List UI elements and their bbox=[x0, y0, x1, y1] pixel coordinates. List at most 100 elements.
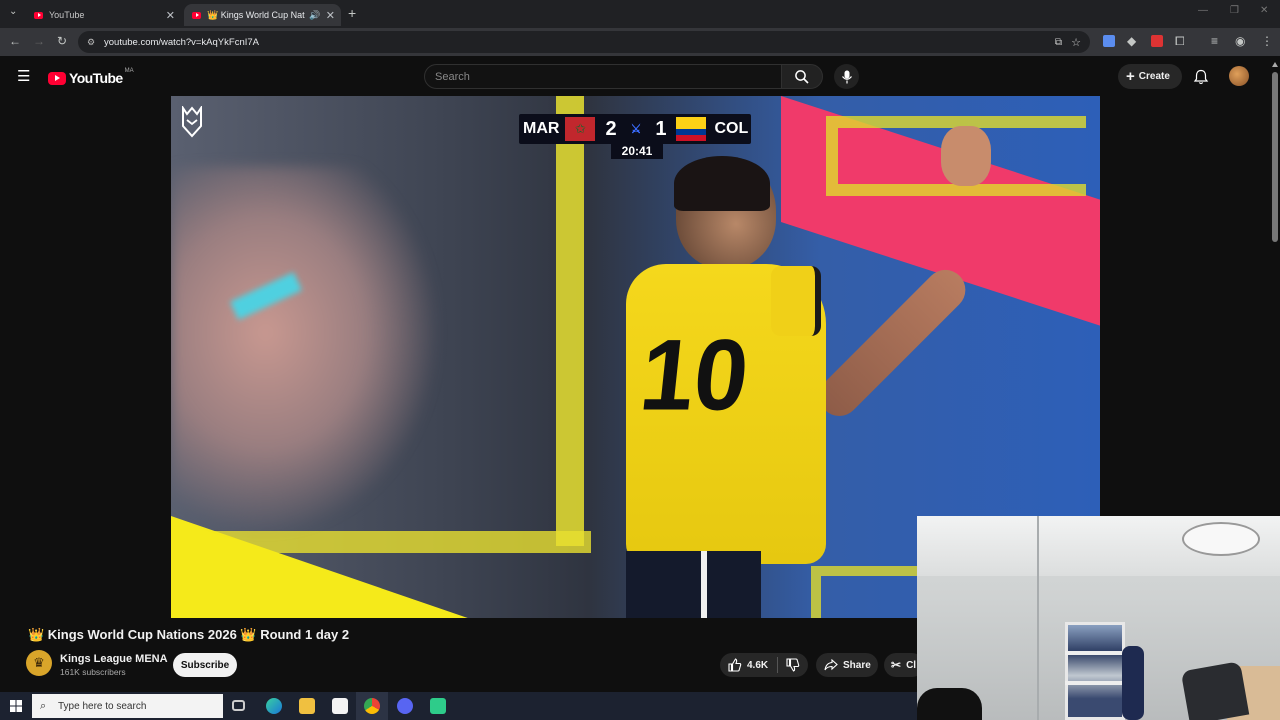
user-avatar[interactable] bbox=[1229, 66, 1249, 86]
media-control-icon[interactable]: ≡ bbox=[1211, 34, 1218, 48]
profile-icon[interactable]: ◉ bbox=[1235, 34, 1245, 48]
minimize-icon[interactable]: — bbox=[1198, 5, 1208, 16]
page-scrollbar[interactable] bbox=[1270, 60, 1280, 520]
player-arm-shape bbox=[811, 261, 974, 425]
jersey-number: 10 bbox=[635, 319, 754, 432]
app-green-icon[interactable] bbox=[430, 698, 446, 714]
ceiling-light-shape bbox=[1182, 522, 1260, 556]
reload-icon[interactable]: ↻ bbox=[57, 34, 67, 48]
scroll-up-arrow-icon[interactable] bbox=[1272, 62, 1278, 67]
close-window-icon[interactable]: ✕ bbox=[1260, 5, 1268, 16]
yellow-frame-shape bbox=[556, 96, 584, 546]
search-button[interactable] bbox=[781, 64, 823, 89]
share-label: Share bbox=[843, 659, 871, 671]
back-icon[interactable]: ← bbox=[9, 34, 21, 48]
tab-label: 👑 Kings World Cup Natio bbox=[207, 9, 305, 20]
tab-youtube[interactable]: YouTube ✕ bbox=[26, 4, 181, 26]
match-clock: 20:41 bbox=[611, 142, 663, 159]
site-info-icon[interactable]: ⚙ bbox=[87, 37, 95, 48]
blurred-hands-shape bbox=[171, 166, 441, 536]
like-button[interactable]: 4.6K bbox=[720, 658, 768, 672]
wall-edge-shape bbox=[1037, 516, 1039, 720]
taskbar-search-placeholder: Type here to search bbox=[58, 700, 147, 712]
youtube-favicon-icon bbox=[34, 11, 43, 19]
edge-browser-icon[interactable] bbox=[266, 698, 282, 714]
shorts-stripe-shape bbox=[701, 551, 707, 618]
youtube-logo[interactable]: YouTube MA bbox=[48, 68, 134, 86]
clip-label: Cl bbox=[906, 659, 917, 671]
youtube-masthead: ☰ YouTube MA Search + Create bbox=[0, 56, 1280, 96]
shelf-shape bbox=[1065, 622, 1125, 720]
search-icon: ⌕ bbox=[40, 699, 47, 712]
chrome-icon[interactable] bbox=[364, 698, 380, 714]
headset-shape bbox=[917, 688, 982, 720]
close-tab-icon[interactable]: ✕ bbox=[166, 9, 175, 22]
kings-crest-icon: ⚔ bbox=[630, 122, 642, 136]
translate-extension-icon[interactable] bbox=[1103, 35, 1115, 47]
address-bar[interactable]: ⚙ youtube.com/watch?v=kAqYkFcnI7A ⧉ ☆ bbox=[78, 31, 1090, 53]
subscribe-button[interactable]: Subscribe bbox=[173, 653, 237, 677]
create-button[interactable]: + Create bbox=[1118, 64, 1182, 89]
player-hair-shape bbox=[674, 156, 770, 211]
tab-search-icon[interactable]: ⌄ bbox=[9, 6, 17, 17]
new-tab-icon[interactable]: + bbox=[348, 5, 356, 21]
kings-league-logo-icon bbox=[182, 106, 202, 138]
microsoft-store-icon[interactable] bbox=[332, 698, 348, 714]
channel-avatar[interactable]: ♛ bbox=[26, 650, 52, 676]
discord-icon[interactable] bbox=[397, 698, 413, 714]
player-shorts-shape bbox=[626, 551, 761, 618]
like-dislike-group: 4.6K bbox=[720, 653, 808, 677]
install-app-icon[interactable]: ⧉ bbox=[1055, 37, 1062, 48]
shelf-board-shape bbox=[1065, 681, 1125, 685]
tab-kings-world-cup[interactable]: 👑 Kings World Cup Natio 🔊 ✕ bbox=[184, 4, 341, 26]
away-score: 1 bbox=[655, 117, 667, 140]
channel-name[interactable]: Kings League MENA bbox=[60, 653, 168, 665]
webcam-overlay bbox=[917, 516, 1280, 720]
extension-diamond-icon[interactable]: ◆ bbox=[1127, 34, 1136, 48]
url-text: youtube.com/watch?v=kAqYkFcnI7A bbox=[104, 36, 259, 48]
player-hand-shape bbox=[941, 126, 991, 186]
bookmark-star-icon[interactable]: ☆ bbox=[1071, 36, 1081, 49]
extensions-puzzle-icon[interactable]: ⧠ bbox=[1175, 34, 1185, 49]
forward-icon[interactable]: → bbox=[33, 34, 45, 48]
task-view-icon[interactable] bbox=[232, 700, 245, 711]
scrollbar-thumb[interactable] bbox=[1272, 72, 1278, 242]
speaker-icon[interactable]: 🔊 bbox=[309, 10, 320, 21]
plus-icon: + bbox=[1126, 68, 1135, 85]
divider bbox=[777, 657, 779, 673]
search-icon bbox=[795, 70, 809, 84]
taskbar-search-input[interactable]: ⌕ Type here to search bbox=[32, 694, 223, 718]
youtube-favicon-icon bbox=[192, 11, 201, 19]
crown-icon: ♛ bbox=[33, 655, 45, 670]
microphone-icon bbox=[841, 70, 852, 83]
close-tab-icon[interactable]: ✕ bbox=[326, 9, 335, 22]
youtube-play-icon bbox=[48, 71, 66, 85]
search-input[interactable]: Search bbox=[424, 64, 782, 89]
away-team-code: COL bbox=[714, 120, 749, 137]
jersey-sleeve-shape bbox=[771, 266, 821, 336]
windows-taskbar: ⌕ Type here to search bbox=[0, 692, 917, 720]
colombia-flag-icon bbox=[676, 117, 707, 141]
chair-shape bbox=[1180, 661, 1250, 720]
share-icon bbox=[824, 659, 838, 671]
browser-tab-strip: ⌄ YouTube ✕ 👑 Kings World Cup Natio 🔊 ✕ … bbox=[0, 0, 1280, 28]
share-button[interactable]: Share bbox=[816, 653, 878, 677]
search-placeholder: Search bbox=[435, 70, 470, 83]
hamburger-menu-icon[interactable]: ☰ bbox=[17, 67, 30, 85]
like-count: 4.6K bbox=[747, 659, 769, 671]
menu-kebab-icon[interactable]: ⋮ bbox=[1261, 34, 1273, 48]
dislike-button[interactable] bbox=[786, 658, 800, 672]
notifications-bell-icon[interactable] bbox=[1193, 69, 1209, 85]
restore-icon[interactable]: ❐ bbox=[1230, 5, 1239, 16]
scissors-icon: ✂ bbox=[891, 658, 902, 672]
file-explorer-icon[interactable] bbox=[299, 698, 315, 714]
extension-red-icon[interactable] bbox=[1151, 35, 1163, 47]
country-code: MA bbox=[124, 68, 134, 74]
windows-start-icon[interactable] bbox=[10, 700, 22, 712]
home-team-code: MAR bbox=[523, 120, 560, 137]
shelf-board-shape bbox=[1065, 651, 1125, 655]
video-title: 👑 Kings World Cup Nations 2026 👑 Round 1… bbox=[28, 627, 350, 642]
browser-toolbar: ← → ↻ ⚙ youtube.com/watch?v=kAqYkFcnI7A … bbox=[0, 28, 1280, 56]
voice-search-button[interactable] bbox=[834, 64, 859, 89]
person-shape bbox=[1122, 646, 1144, 720]
